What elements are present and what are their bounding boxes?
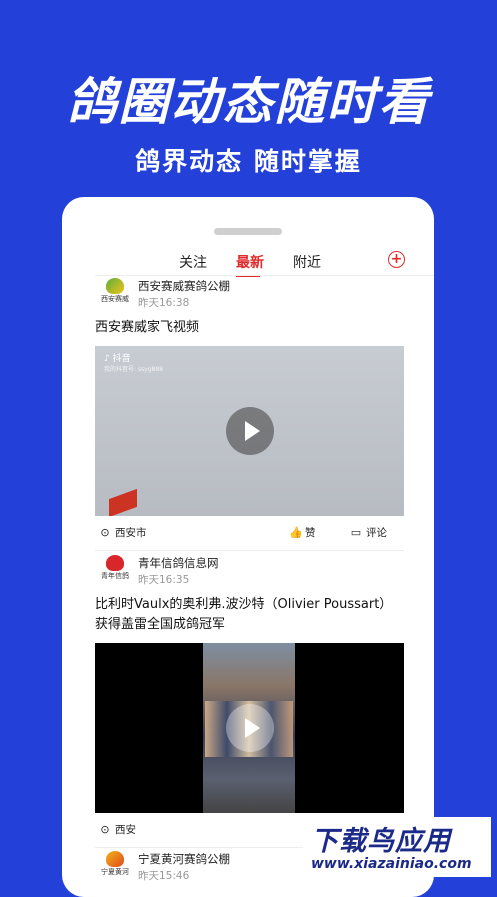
post-time: 昨天16:38 bbox=[138, 297, 190, 309]
avatar-text: 西安赛威 bbox=[101, 295, 129, 303]
play-icon[interactable] bbox=[225, 407, 274, 455]
tab-follow[interactable]: 关注 bbox=[179, 252, 207, 272]
avatar-text: 宁夏黄河 bbox=[101, 868, 129, 876]
post-time: 昨天16:35 bbox=[138, 574, 190, 586]
phone-notch bbox=[214, 228, 282, 235]
feed-post[interactable]: 青年信鸽 青年信鸽信息网 昨天16:35 比利时Vaulx的奥利弗.波沙特（Ol… bbox=[95, 555, 404, 848]
watermark-line1: 下载鸟应用 bbox=[311, 826, 451, 857]
tab-nearby[interactable]: 附近 bbox=[293, 252, 321, 272]
tab-latest[interactable]: 最新 bbox=[236, 252, 264, 272]
post-video[interactable]: ♪ 抖音 我的抖音号: ssyg888 bbox=[95, 346, 404, 516]
site-watermark: 下载鸟应用 www.xiazainiao.com bbox=[303, 817, 491, 877]
like-button[interactable]: 👍 赞 bbox=[289, 525, 316, 540]
brand-logo-icon bbox=[106, 851, 124, 867]
post-author[interactable]: 宁夏黄河赛鸽公棚 bbox=[138, 851, 230, 867]
post-author[interactable]: 青年信鸽信息网 bbox=[138, 555, 219, 571]
bird-logo-icon bbox=[106, 555, 124, 571]
avatar-text: 青年信鸽 bbox=[101, 572, 129, 580]
banner-subtitle: 鸽界动态 随时掌握 bbox=[135, 147, 362, 176]
location[interactable]: ⊙ 西安市 bbox=[99, 525, 146, 540]
avatar[interactable]: 西安赛威 bbox=[97, 278, 133, 308]
thumbs-up-icon: 👍 bbox=[289, 526, 303, 539]
location-pin-icon: ⊙ bbox=[100, 526, 110, 539]
comment-button[interactable]: ▭ 评论 bbox=[350, 525, 387, 540]
post-video[interactable] bbox=[95, 643, 404, 813]
feed-post[interactable]: 西安赛威 西安赛威赛鸽公棚 昨天16:38 西安赛威家飞视频 ♪ 抖音 我的抖音… bbox=[95, 278, 404, 551]
post-divider bbox=[95, 550, 404, 551]
location-pin-icon: ⊙ bbox=[100, 823, 110, 836]
location[interactable]: ⊙ 西安 bbox=[99, 822, 136, 837]
post-title[interactable]: 西安赛威家飞视频 bbox=[95, 318, 404, 338]
post-title[interactable]: 比利时Vaulx的奥利弗.波沙特（Olivier Poussart）获得盖雷全国… bbox=[95, 595, 404, 635]
watermark-line2: www.xiazainiao.com bbox=[311, 856, 472, 872]
avatar[interactable]: 宁夏黄河 bbox=[97, 851, 133, 881]
post-time: 昨天15:46 bbox=[138, 870, 190, 882]
flag-graphic bbox=[109, 488, 137, 516]
tab-divider bbox=[95, 275, 434, 276]
play-icon[interactable] bbox=[225, 704, 274, 752]
bird-logo-icon bbox=[106, 278, 124, 294]
post-footer: ⊙ 西安市 👍 赞 ▭ 评论 bbox=[95, 516, 404, 548]
plus-circle-icon[interactable]: + bbox=[388, 251, 405, 268]
video-watermark-sub: 我的抖音号: ssyg888 bbox=[104, 366, 163, 373]
banner-title: 鸽圈动态随时看 bbox=[66, 73, 431, 131]
video-watermark: ♪ 抖音 我的抖音号: ssyg888 bbox=[104, 354, 163, 373]
post-author[interactable]: 西安赛威赛鸽公棚 bbox=[138, 278, 230, 294]
avatar[interactable]: 青年信鸽 bbox=[97, 555, 133, 585]
comment-icon: ▭ bbox=[350, 526, 362, 539]
phone-mockup: 关注 最新 附近 + 西安赛威 西安赛威赛鸽公棚 昨天16:38 西安赛威家飞视… bbox=[62, 197, 434, 897]
tiktok-icon: ♪ bbox=[104, 354, 113, 364]
